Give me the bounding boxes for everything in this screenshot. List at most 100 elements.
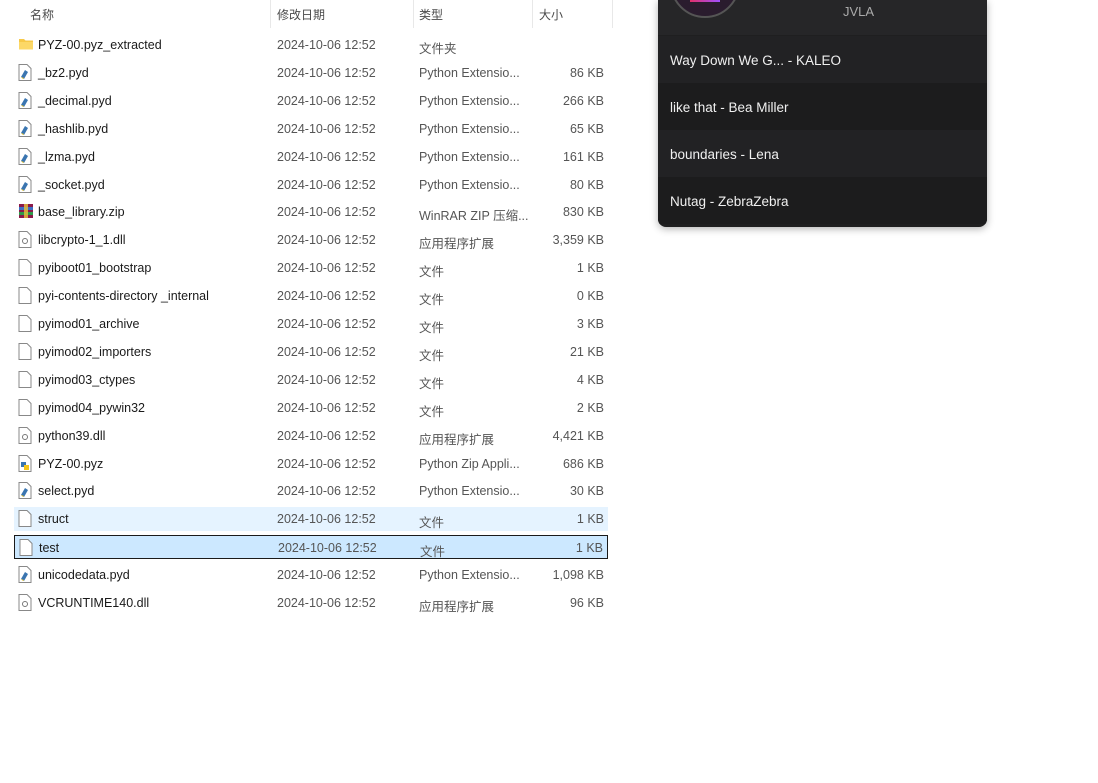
sort-ascending-icon: ⌃ [141,0,150,7]
file-date: 2024-10-06 12:52 [277,456,376,471]
pyd-icon [18,482,32,500]
file-date: 2024-10-06 12:52 [277,177,376,192]
file-name: pyimod03_ctypes [38,372,136,387]
file-row[interactable]: _bz2.pyd 2024-10-06 12:52 Python Extensi… [14,61,608,85]
file-type: 应用程序扩展 [419,432,495,447]
file-type: Python Zip Appli... [419,456,520,471]
file-type: Python Extensio... [419,568,520,583]
file-row[interactable]: python39.dll 2024-10-06 12:52 应用程序扩展 4,4… [14,424,608,448]
pyd-icon [18,91,32,109]
file-date: 2024-10-06 12:52 [277,428,376,443]
column-header: ⌃ 名称 修改日期 类型 大小 [0,0,613,28]
file-date: 2024-10-06 12:52 [277,38,376,52]
file-row[interactable]: select.pyd 2024-10-06 12:52 Python Exten… [14,479,608,503]
file-row[interactable]: pyimod01_archive 2024-10-06 12:52 文件 3 K… [14,312,608,336]
file-row[interactable]: libcrypto-1_1.dll 2024-10-06 12:52 应用程序扩… [14,228,608,252]
column-divider[interactable] [413,0,414,28]
file-date: 2024-10-06 12:52 [277,372,376,387]
file-size: 21 KB [569,344,604,359]
file-name: pyiboot01_bootstrap [38,261,152,276]
file-name: _decimal.pyd [38,93,112,108]
file-row[interactable]: pyi-contents-directory _internal 2024-10… [14,284,608,308]
file-row[interactable]: _lzma.pyd 2024-10-06 12:52 Python Extens… [14,145,608,169]
file-type: Python Extensio... [419,93,520,108]
now-playing-header: JVLA [658,0,987,35]
file-row[interactable]: _hashlib.pyd 2024-10-06 12:52 Python Ext… [14,117,608,141]
file-date: 2024-10-06 12:52 [277,596,376,610]
queue-item[interactable]: boundaries - Lena [658,130,987,177]
file-size: 1 KB [576,261,604,276]
pyd-icon [18,175,32,193]
file-icon [18,510,32,528]
file-row[interactable]: unicodedata.pyd 2024-10-06 12:52 Python … [14,563,608,587]
queue-item[interactable]: Way Down We G... - KALEO [658,36,987,83]
file-name: _lzma.pyd [38,149,95,164]
file-date: 2024-10-06 12:52 [277,205,376,220]
album-art[interactable] [670,0,740,18]
file-name: pyimod02_importers [38,344,152,359]
pyd-icon [18,147,32,165]
column-type[interactable]: 类型 [419,6,443,23]
file-row[interactable]: pyimod02_importers 2024-10-06 12:52 文件 2… [14,340,608,364]
file-type: 文件夹 [419,42,457,56]
dll-icon [18,594,32,611]
pyd-icon [18,119,32,137]
column-divider[interactable] [612,0,613,28]
file-date: 2024-10-06 12:52 [278,541,377,556]
file-size: 4,421 KB [552,428,604,443]
file-type: Python Extensio... [419,121,520,136]
file-icon [19,539,33,557]
file-type: 文件 [419,516,445,531]
file-name: pyi-contents-directory _internal [38,289,209,304]
file-size: 2 KB [576,400,604,415]
file-icon [18,370,32,388]
file-row[interactable]: _socket.pyd 2024-10-06 12:52 Python Exte… [14,173,608,197]
file-row[interactable]: test 2024-10-06 12:52 文件 1 KB [14,535,608,560]
file-size: 3 KB [576,317,604,331]
file-row[interactable]: pyiboot01_bootstrap 2024-10-06 12:52 文件 … [14,256,608,280]
file-size: 686 KB [562,456,604,471]
column-size[interactable]: 大小 [539,6,563,23]
file-date: 2024-10-06 12:52 [277,149,376,164]
file-type: Python Extensio... [419,149,520,164]
file-icon [18,259,32,277]
file-size: 1 KB [576,512,604,527]
file-type: 文件 [419,293,445,308]
file-date: 2024-10-06 12:52 [277,289,376,304]
file-date: 2024-10-06 12:52 [277,484,376,499]
file-name: test [39,541,60,556]
file-row[interactable]: VCRUNTIME140.dll 2024-10-06 12:52 应用程序扩展… [14,591,608,615]
file-icon [18,315,32,332]
file-type: Python Extensio... [419,65,520,80]
file-date: 2024-10-06 12:52 [277,512,376,527]
column-divider[interactable] [532,0,533,28]
file-size: 3,359 KB [552,233,604,248]
column-name[interactable]: 名称 [30,6,54,23]
column-date[interactable]: 修改日期 [277,6,325,23]
file-name: PYZ-00.pyz [38,456,104,471]
file-size: 0 KB [576,289,604,304]
file-type: 文件 [419,376,445,391]
file-type: 文件 [420,545,446,560]
file-date: 2024-10-06 12:52 [277,344,376,359]
file-name: struct [38,512,69,527]
file-date: 2024-10-06 12:52 [277,233,376,248]
queue-item[interactable]: Nutag - ZebraZebra [658,177,987,224]
file-row[interactable]: base_library.zip 2024-10-06 12:52 WinRAR… [14,200,608,224]
queue-item[interactable]: like that - Bea Miller [658,83,987,130]
file-name: base_library.zip [38,205,125,220]
file-row[interactable]: pyimod03_ctypes 2024-10-06 12:52 文件 4 KB [14,368,608,392]
file-type: Python Extensio... [419,484,520,499]
file-row[interactable]: struct 2024-10-06 12:52 文件 1 KB [14,507,608,532]
dll-icon [18,426,32,444]
file-row[interactable]: _decimal.pyd 2024-10-06 12:52 Python Ext… [14,89,608,113]
file-name: _hashlib.pyd [38,121,109,136]
file-row[interactable]: PYZ-00.pyz_extracted 2024-10-06 12:52 文件… [14,33,608,57]
file-size: 86 KB [569,65,604,80]
column-divider[interactable] [270,0,271,28]
file-icon [18,398,32,416]
file-row[interactable]: PYZ-00.pyz 2024-10-06 12:52 Python Zip A… [14,452,608,476]
file-row[interactable]: pyimod04_pywin32 2024-10-06 12:52 文件 2 K… [14,396,608,420]
file-size: 30 KB [569,484,604,499]
file-name: VCRUNTIME140.dll [38,596,150,610]
